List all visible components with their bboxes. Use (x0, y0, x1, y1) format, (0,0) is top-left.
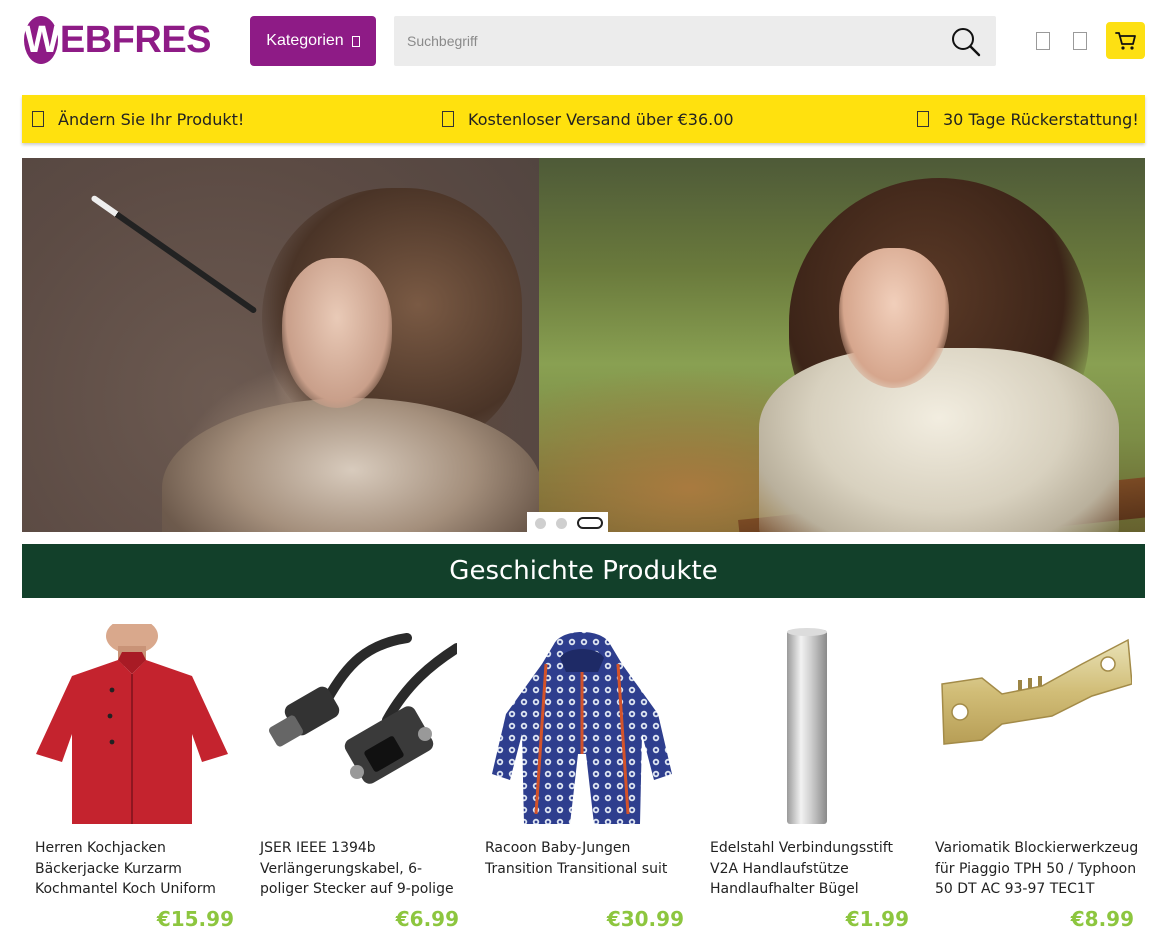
cart-button[interactable] (1106, 22, 1145, 59)
product-image-baby-suit (492, 632, 672, 824)
hero-sweater-shape (759, 348, 1119, 532)
product-card[interactable]: Edelstahl Verbindungsstift V2A Handlaufs… (697, 618, 909, 938)
product-image-firewire-cable (268, 633, 457, 784)
search-icon (952, 28, 981, 57)
slider-dot-3-active[interactable] (577, 517, 603, 529)
cart-icon (1114, 31, 1136, 50)
hero-face-shape (839, 248, 949, 388)
product-card[interactable]: Variomatik Blockierwerkzeug für Piaggio … (922, 618, 1138, 938)
benefits-bar: Ändern Sie Ihr Produkt! Kostenloser Vers… (22, 95, 1145, 143)
product-name[interactable]: JSER IEEE 1394b Verlängerungskabel, 6-po… (260, 838, 465, 900)
product-image-chef-jacket (36, 624, 228, 824)
slider-dot-2[interactable] (556, 517, 567, 529)
product-grid: Herren Kochjacken Bäckerjacke Kurzarm Ko… (22, 618, 1145, 951)
product-price: €8.99 (1070, 907, 1134, 931)
categories-label: Kategorien (266, 32, 344, 49)
product-name[interactable]: Racoon Baby-Jungen Transition Transition… (485, 838, 690, 879)
benefit-label: Ändern Sie Ihr Produkt! (58, 109, 245, 129)
logo-text: EBFRES (59, 18, 212, 61)
search-button[interactable] (950, 26, 982, 58)
benefit-label: 30 Tage Rückerstattung! (943, 109, 1139, 129)
product-card[interactable]: Racoon Baby-Jungen Transition Transition… (472, 618, 684, 938)
benefit-item-refund: 30 Tage Rückerstattung! (917, 95, 1139, 143)
product-name[interactable]: Variomatik Blockierwerkzeug für Piaggio … (935, 838, 1140, 900)
product-name[interactable]: Herren Kochjacken Bäckerjacke Kurzarm Ko… (35, 838, 240, 900)
product-price: €1.99 (845, 907, 909, 931)
refund-icon (917, 111, 929, 127)
product-card[interactable]: Herren Kochjacken Bäckerjacke Kurzarm Ko… (22, 618, 234, 938)
product-price: €15.99 (156, 907, 234, 931)
exchange-icon (32, 111, 44, 127)
product-name[interactable]: Edelstahl Verbindungsstift V2A Handlaufs… (710, 838, 915, 900)
product-image-steel-pin (787, 628, 827, 824)
categories-button[interactable]: Kategorien (250, 16, 376, 66)
hero-cigarette-holder (90, 194, 258, 315)
site-header: W EBFRES Kategorien (0, 0, 1170, 88)
box-icon (351, 35, 360, 47)
hero-face-shape (282, 258, 392, 408)
hero-slider[interactable] (22, 158, 1145, 532)
section-title: Geschichte Produkte (22, 544, 1145, 598)
search-input[interactable] (394, 16, 934, 66)
hero-image-vintage-woman (22, 158, 542, 532)
user-icon[interactable] (1036, 32, 1050, 50)
hero-image-woman-bench (539, 158, 1145, 532)
product-image-variomatik-tool (941, 638, 1132, 745)
site-logo[interactable]: W EBFRES (24, 16, 212, 64)
heart-icon[interactable] (1073, 32, 1087, 50)
logo-mark: W (24, 16, 60, 64)
product-price: €6.99 (395, 907, 459, 931)
slider-dot-1[interactable] (535, 517, 546, 529)
slider-pagination (527, 512, 608, 532)
truck-icon (442, 111, 454, 127)
benefit-item-change: Ändern Sie Ihr Produkt! (32, 95, 244, 143)
search-bar (394, 16, 996, 66)
benefit-item-shipping: Kostenloser Versand über €36.00 (442, 95, 734, 143)
product-price: €30.99 (606, 907, 684, 931)
benefit-label: Kostenloser Versand über €36.00 (468, 109, 734, 129)
product-card[interactable]: JSER IEEE 1394b Verlängerungskabel, 6-po… (247, 618, 459, 938)
